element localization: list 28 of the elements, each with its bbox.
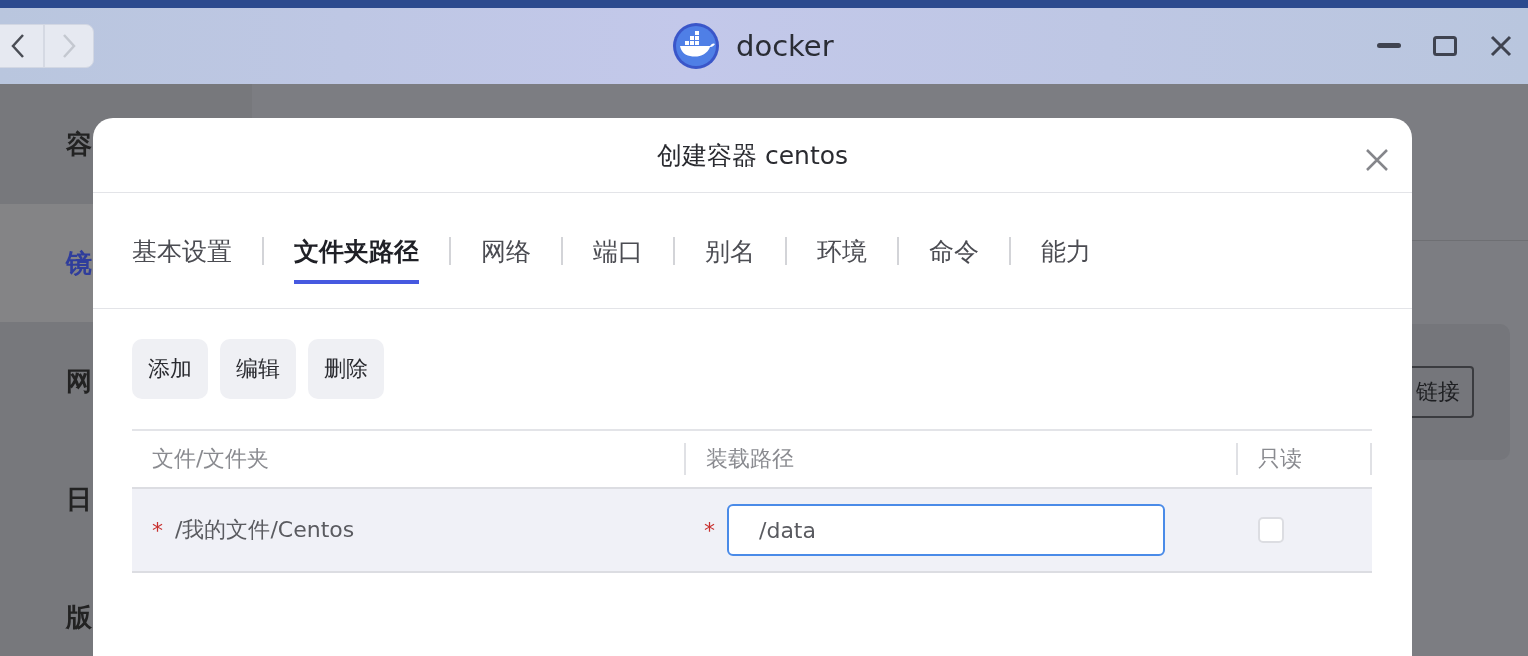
action-button[interactable]: 添加 xyxy=(132,339,208,399)
dialog-title: 创建容器 centos xyxy=(656,139,848,172)
chevron-right-icon xyxy=(62,33,76,59)
whale-logo-icon xyxy=(672,22,720,70)
tab[interactable]: 基本设置 xyxy=(132,221,232,284)
close-icon xyxy=(1365,148,1389,172)
required-mark: * xyxy=(152,517,163,543)
action-button[interactable]: 删除 xyxy=(308,339,384,399)
window-title: docker xyxy=(736,29,834,63)
tab[interactable]: 网络 xyxy=(481,221,531,284)
tab[interactable]: 文件夹路径 xyxy=(294,221,419,284)
tab[interactable]: 命令 xyxy=(929,221,979,284)
tab[interactable]: 端口 xyxy=(593,221,643,284)
read-only-checkbox[interactable] xyxy=(1258,517,1284,543)
maximize-icon xyxy=(1433,36,1457,56)
column-header: 装载路径 xyxy=(684,443,1236,475)
required-mark: * xyxy=(704,517,715,543)
column-header: 只读 xyxy=(1236,443,1372,475)
chevron-left-icon xyxy=(11,33,25,59)
minimize-icon xyxy=(1377,43,1401,49)
close-icon xyxy=(1490,35,1512,57)
tab[interactable]: 别名 xyxy=(705,221,755,284)
table-cell-text: /我的文件/Centos xyxy=(175,516,355,544)
mount-path-field[interactable]: /data xyxy=(727,504,1165,556)
tab[interactable]: 能力 xyxy=(1041,221,1091,284)
column-header: 文件/文件夹 xyxy=(151,445,271,473)
action-button[interactable]: 编辑 xyxy=(220,339,296,399)
tab[interactable]: 环境 xyxy=(817,221,867,284)
